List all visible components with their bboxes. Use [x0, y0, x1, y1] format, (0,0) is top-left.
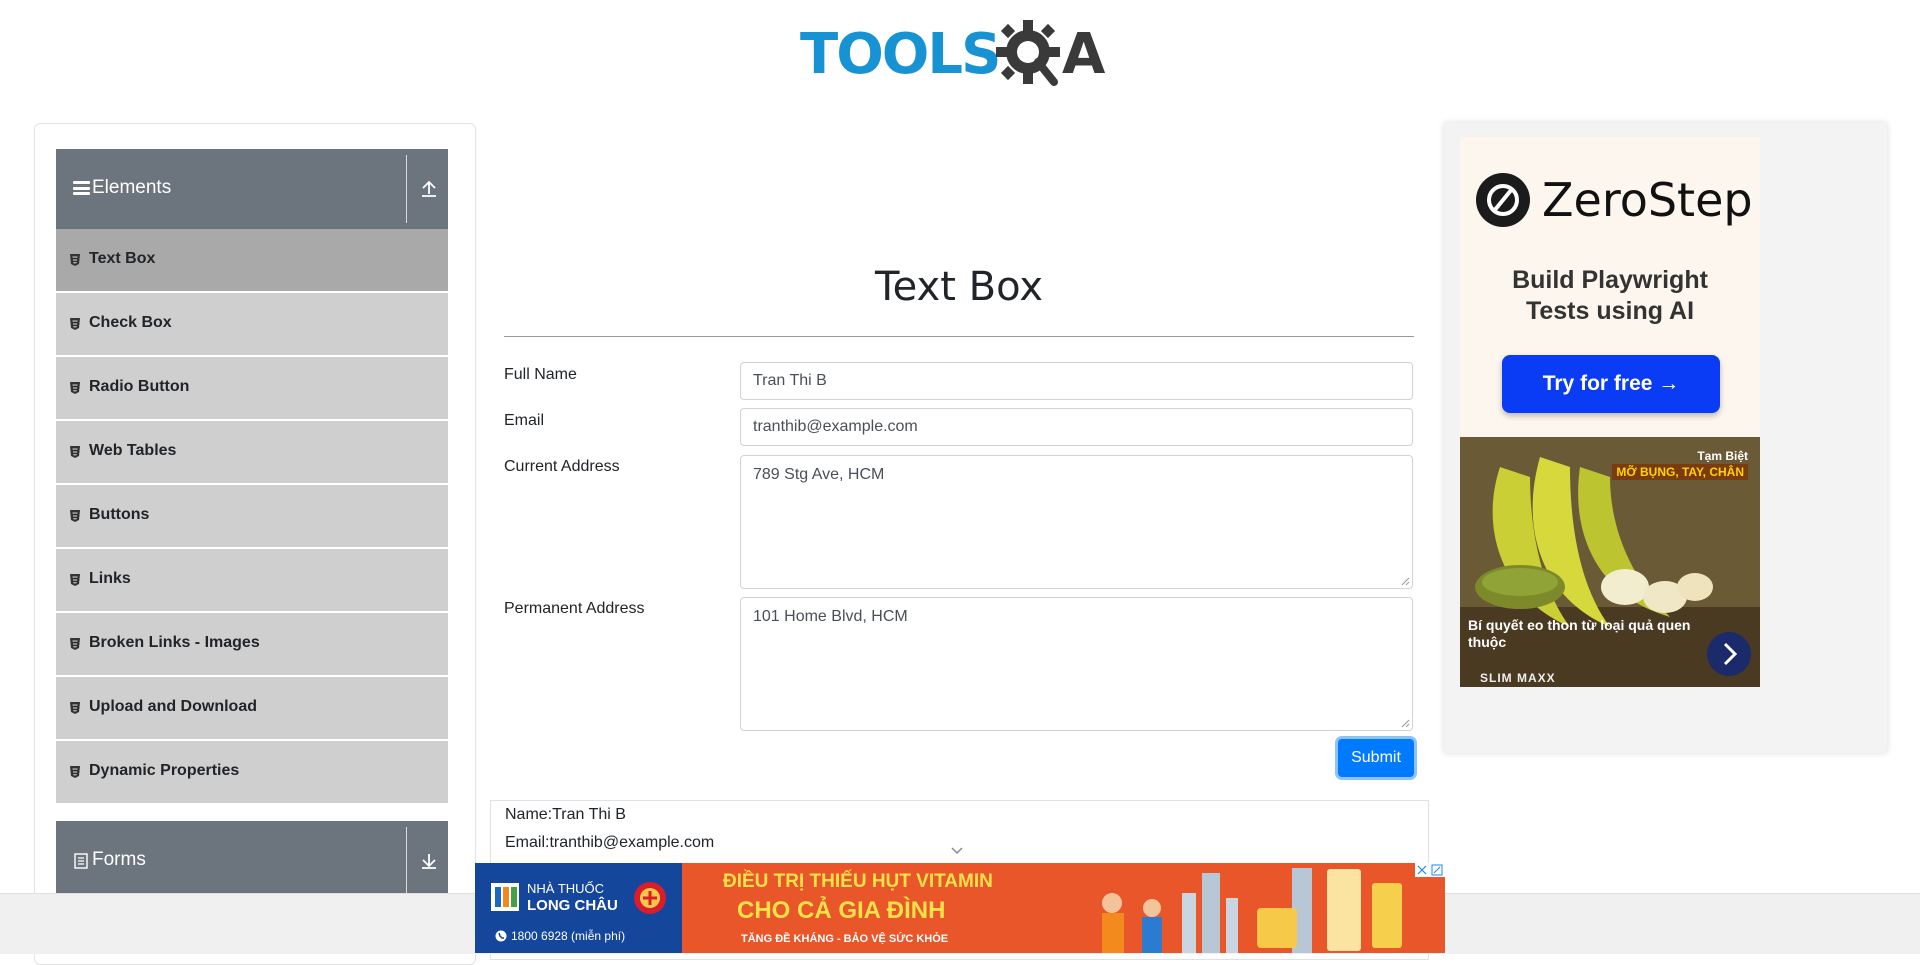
sidebar-item-label: Broken Links - Images	[89, 634, 260, 651]
email-input[interactable]: tranthib@example.com	[740, 408, 1413, 446]
sidebar-item-broken-links[interactable]: Broken Links - Images	[56, 613, 448, 677]
toolsqa-logo[interactable]: TOOLS A	[800, 16, 1125, 92]
page-title: Text Box	[875, 264, 1043, 310]
sidebar-item-label: Check Box	[89, 314, 172, 331]
group-header-forms[interactable]: Forms	[56, 821, 448, 901]
full-name-label: Full Name	[504, 366, 577, 383]
logo-tools-text: TOOLS	[800, 22, 1001, 87]
banner-subline: TĂNG ĐỀ KHÁNG - BẢO VỆ SỨC KHỎE	[741, 933, 949, 945]
sidebar-item-label: Dynamic Properties	[89, 762, 240, 779]
sidebar-item-label: Radio Button	[89, 378, 190, 395]
sidebar-item-label: Links	[89, 570, 131, 587]
ad-close-icon[interactable]	[1415, 863, 1445, 877]
sidebar-item-check-box[interactable]: Check Box	[56, 293, 448, 357]
output-name: Name:Tran Thi B	[505, 806, 626, 823]
left-sidebar: Elements Text Box Check Box Radio Button…	[34, 123, 476, 965]
sidebar-item-label: Upload and Download	[89, 698, 257, 715]
zerostep-ad[interactable]: ZeroStep Build Playwright Tests using AI…	[1460, 137, 1760, 437]
permanent-address-value: 101 Home Blvd, HCM	[753, 608, 908, 625]
pharmacy-line1: NHÀ THUỐC	[527, 881, 605, 896]
current-address-label: Current Address	[504, 458, 620, 475]
sidebar-item-radio-button[interactable]: Radio Button	[56, 357, 448, 421]
zerostep-logo-icon	[1476, 173, 1530, 227]
gear-icon	[996, 20, 1060, 86]
chevron-down-icon[interactable]	[950, 846, 964, 856]
sidebar-item-buttons[interactable]: Buttons	[56, 485, 448, 549]
upload-arrow-icon[interactable]	[418, 176, 440, 200]
title-divider	[504, 336, 1414, 337]
resize-grip-icon[interactable]	[1400, 576, 1410, 586]
sidebar-item-web-tables[interactable]: Web Tables	[56, 421, 448, 485]
logo-a-text: A	[1062, 22, 1105, 87]
banana-ad[interactable]: Tạm Biệt MỠ BỤNG, TAY, CHÂN Bí quyết eo …	[1460, 437, 1760, 687]
elements-menu: Text Box Check Box Radio Button Web Tabl…	[56, 229, 448, 805]
banana-caption: Bí quyết eo thon từ loại quả quen thuộc	[1468, 617, 1691, 650]
permanent-address-label: Permanent Address	[504, 600, 645, 617]
download-arrow-icon[interactable]	[418, 848, 440, 872]
try-for-free-button[interactable]: Try for free →	[1502, 355, 1720, 413]
sidebar-item-dynamic-properties[interactable]: Dynamic Properties	[56, 741, 448, 805]
sidebar-item-label: Text Box	[89, 250, 156, 267]
html5-icon	[70, 638, 80, 650]
group-divider	[406, 827, 407, 895]
group-title-elements: Elements	[92, 177, 172, 198]
html5-icon	[70, 766, 80, 778]
full-name-input[interactable]: Tran Thi B	[740, 362, 1413, 400]
banana-badge-top: Tạm Biệt	[1697, 449, 1748, 463]
submit-button[interactable]: Submit	[1338, 739, 1414, 777]
current-address-textarea[interactable]: 789 Stg Ave, HCM	[740, 455, 1413, 589]
bottom-ad-banner[interactable]: NHÀ THUỐC LONG CHÂU 1800 6928 (miễn phí)…	[475, 863, 1445, 953]
chevron-right-icon[interactable]	[1707, 632, 1751, 676]
group-divider	[406, 155, 407, 223]
html5-icon	[70, 382, 80, 394]
email-value: tranthib@example.com	[753, 418, 918, 435]
full-name-value: Tran Thi B	[753, 372, 827, 389]
banner-headline-1: ĐIỀU TRỊ THIẾU HỤT VITAMIN	[723, 871, 993, 892]
current-address-value: 789 Stg Ave, HCM	[753, 466, 885, 483]
html5-icon	[70, 318, 80, 330]
banner-headline-2: CHO CẢ GIA ĐÌNH	[737, 897, 946, 924]
html5-icon	[70, 574, 80, 586]
header: TOOLS A	[0, 0, 1920, 100]
permanent-address-textarea[interactable]: 101 Home Blvd, HCM	[740, 597, 1413, 731]
pharmacy-line2: LONG CHÂU	[527, 897, 618, 914]
html5-icon	[70, 446, 80, 458]
pharmacy-emblem-icon	[634, 882, 666, 914]
email-label: Email	[504, 412, 545, 429]
group-header-elements[interactable]: Elements	[56, 149, 448, 229]
fpt-logo-icon	[491, 883, 519, 911]
sidebar-item-label: Web Tables	[89, 442, 177, 459]
html5-icon	[70, 254, 80, 266]
pharmacy-phone: 1800 6928 (miễn phí)	[511, 929, 626, 943]
sidebar-item-upload-download[interactable]: Upload and Download	[56, 677, 448, 741]
phone-icon	[495, 930, 507, 942]
right-ad-panel[interactable]: ZeroStep Build Playwright Tests using AI…	[1444, 123, 1887, 753]
pharmacy-panel: NHÀ THUỐC LONG CHÂU 1800 6928 (miễn phí)	[475, 863, 682, 953]
zerostep-tagline: Build Playwright Tests using AI	[1512, 266, 1708, 325]
group-title-forms: Forms	[92, 849, 146, 870]
zerostep-brand: ZeroStep	[1542, 173, 1753, 227]
hamburger-icon	[73, 181, 90, 195]
form-icon	[74, 853, 88, 869]
html5-icon	[70, 702, 80, 714]
banana-badge-bottom: MỠ BỤNG, TAY, CHÂN	[1612, 464, 1748, 480]
banana-brand: SLIM MAXX	[1480, 671, 1556, 685]
sidebar-item-label: Buttons	[89, 506, 150, 523]
sidebar-item-links[interactable]: Links	[56, 549, 448, 613]
output-email: Email:tranthib@example.com	[505, 834, 715, 851]
sidebar-item-text-box[interactable]: Text Box	[56, 229, 448, 293]
html5-icon	[70, 510, 80, 522]
resize-grip-icon[interactable]	[1400, 718, 1410, 728]
